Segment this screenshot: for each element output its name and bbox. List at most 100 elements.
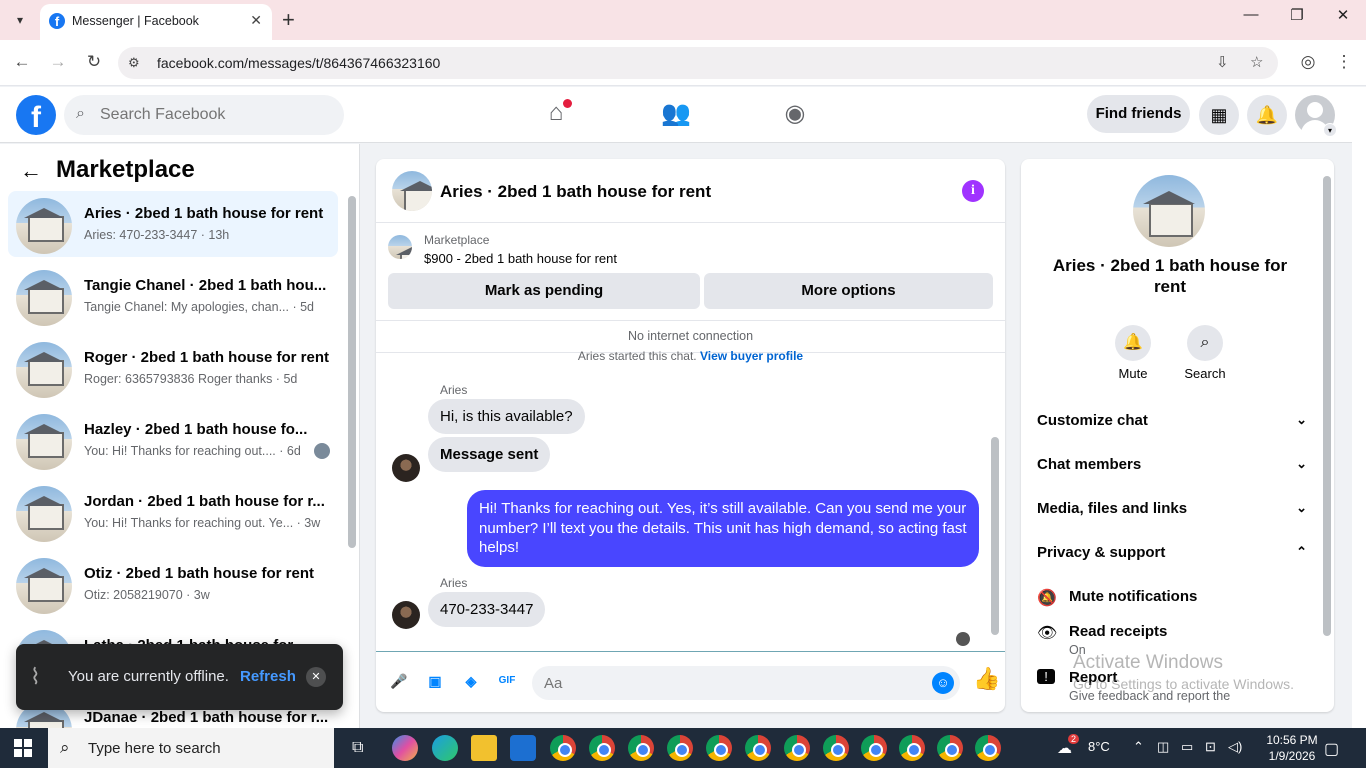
forward-icon[interactable]: →: [46, 52, 70, 72]
conversation-item[interactable]: Jordan · 2bed 1 bath house for r... You:…: [8, 479, 338, 545]
chrome-icon[interactable]: [823, 735, 849, 761]
message-bubble[interactable]: Message sent: [428, 437, 551, 472]
meet-icon[interactable]: ◫: [1157, 739, 1169, 755]
close-tab-icon[interactable]: ✕: [250, 12, 262, 29]
back-arrow-icon[interactable]: ←: [20, 158, 42, 184]
chrome-icon[interactable]: [550, 735, 576, 761]
windows-start-icon[interactable]: [14, 739, 32, 757]
taskbar-search[interactable]: ⌕ Type here to search: [48, 728, 334, 768]
mute-action[interactable]: 🔔 Mute: [1108, 325, 1158, 381]
chevron-down-icon: ⌄: [1296, 412, 1307, 427]
outgoing-message-bubble[interactable]: Hi! Thanks for reaching out. Yes, it’s s…: [467, 490, 979, 567]
sender-avatar[interactable]: [392, 601, 420, 629]
minimize-icon[interactable]: —: [1236, 6, 1266, 23]
conversation-name: Jordan · 2bed 1 bath house for r...: [84, 493, 325, 510]
privacy-support-section[interactable]: Privacy & support ⌃: [1037, 544, 1307, 568]
message-input[interactable]: [544, 673, 914, 693]
chat-members-section[interactable]: Chat members ⌄: [1037, 456, 1307, 480]
sidebar-scrollbar[interactable]: [348, 196, 356, 548]
facebook-favicon-icon: f: [49, 13, 65, 29]
sticker-icon[interactable]: ◈: [460, 670, 482, 692]
conversation-name: Roger · 2bed 1 bath house for rent: [84, 349, 330, 366]
notification-center-icon[interactable]: ▢: [1324, 739, 1339, 759]
chat-title[interactable]: Aries · 2bed 1 bath house for rent: [440, 182, 711, 202]
chrome-icon[interactable]: [589, 735, 615, 761]
close-window-icon[interactable]: ✕: [1328, 6, 1358, 24]
facebook-search-input[interactable]: [100, 103, 330, 127]
network-icon[interactable]: ⊡: [1205, 739, 1216, 755]
chrome-icon[interactable]: [667, 735, 693, 761]
address-bar[interactable]: ⚙ facebook.com/messages/t/86436746632316…: [118, 47, 1278, 79]
page-scrollbar[interactable]: [1352, 87, 1366, 728]
file-explorer-icon[interactable]: [471, 735, 497, 761]
facebook-search[interactable]: ⌕: [64, 95, 344, 135]
view-buyer-profile-link[interactable]: View buyer profile: [700, 349, 803, 363]
restore-icon[interactable]: ❐: [1282, 6, 1312, 24]
mute-notifications-item[interactable]: 🔕 Mute notifications: [1037, 588, 1307, 612]
listing-price[interactable]: $900 - 2bed 1 bath house for rent: [424, 251, 617, 266]
sender-avatar[interactable]: [392, 454, 420, 482]
back-icon[interactable]: ←: [10, 52, 34, 72]
profile-icon[interactable]: ◎: [1296, 52, 1320, 72]
refresh-link[interactable]: Refresh: [240, 668, 296, 685]
search-action[interactable]: ⌕ Search: [1180, 325, 1230, 381]
temperature[interactable]: 8°C: [1088, 739, 1110, 754]
message-sender: Aries: [440, 383, 468, 397]
details-scrollbar[interactable]: [1323, 176, 1331, 636]
notifications-bell-icon[interactable]: 🔔: [1247, 95, 1287, 135]
tab-search-dropdown-icon[interactable]: ▾: [8, 9, 32, 31]
chrome-icon[interactable]: [628, 735, 654, 761]
find-friends-button[interactable]: Find friends: [1087, 95, 1190, 133]
new-tab-icon[interactable]: +: [282, 7, 295, 33]
chrome-icon[interactable]: [745, 735, 771, 761]
menu-grid-icon[interactable]: ▦: [1199, 95, 1239, 135]
install-app-icon[interactable]: ⇩: [1216, 53, 1229, 71]
dismiss-toast-icon[interactable]: ✕: [306, 667, 326, 687]
conversation-item[interactable]: Roger · 2bed 1 bath house for rent Roger…: [8, 335, 338, 401]
chrome-icon[interactable]: [706, 735, 732, 761]
battery-icon[interactable]: ▭: [1181, 739, 1193, 755]
system-clock[interactable]: 10:56 PM 1/9/2026: [1256, 732, 1328, 764]
site-info-icon[interactable]: ⚙: [128, 55, 140, 71]
bookmark-star-icon[interactable]: ☆: [1250, 53, 1263, 71]
edge-icon[interactable]: [432, 735, 458, 761]
chrome-icon[interactable]: [784, 735, 810, 761]
account-avatar[interactable]: ▾: [1295, 95, 1337, 137]
reload-icon[interactable]: ↻: [82, 52, 106, 72]
volume-icon[interactable]: ◁): [1228, 739, 1242, 755]
task-view-icon[interactable]: ⧉: [352, 739, 363, 757]
conversation-item[interactable]: Tangie Chanel · 2bed 1 bath hou... Tangi…: [8, 263, 338, 329]
chrome-icon[interactable]: [937, 735, 963, 761]
chrome-icon[interactable]: [899, 735, 925, 761]
mark-pending-button[interactable]: Mark as pending: [388, 273, 700, 309]
groups-icon[interactable]: ◉: [777, 99, 813, 131]
message-bubble[interactable]: Hi, is this available?: [428, 399, 585, 434]
browser-tab[interactable]: f Messenger | Facebook ✕: [40, 4, 272, 40]
emoji-icon[interactable]: ☺: [932, 672, 954, 694]
details-title: Aries · 2bed 1 bath house for rent: [1052, 256, 1288, 296]
thumbs-up-icon[interactable]: 👍: [973, 666, 1000, 692]
conversation-item[interactable]: Aries · 2bed 1 bath house for rent Aries…: [8, 191, 338, 257]
conversation-item[interactable]: Hazley · 2bed 1 bath house fo... You: Hi…: [8, 407, 338, 473]
microphone-icon[interactable]: 🎤: [388, 670, 410, 692]
show-hidden-icons[interactable]: ⌃: [1133, 739, 1144, 755]
outlook-icon[interactable]: [510, 735, 536, 761]
chat-scrollbar[interactable]: [991, 437, 999, 635]
facebook-logo-icon[interactable]: f: [16, 95, 56, 135]
media-files-links-section[interactable]: Media, files and links ⌄: [1037, 500, 1307, 524]
conversation-item[interactable]: Otiz · 2bed 1 bath house for rent Otiz: …: [8, 551, 338, 617]
info-icon[interactable]: i: [962, 180, 984, 202]
chrome-icon[interactable]: [861, 735, 887, 761]
more-options-button[interactable]: More options: [704, 273, 993, 309]
browser-menu-icon[interactable]: ⋮: [1332, 52, 1356, 72]
item-label: Read receipts: [1069, 623, 1168, 640]
attach-photo-icon[interactable]: ▣: [424, 670, 446, 692]
listing-thumbnail: [16, 270, 72, 326]
chrome-icon[interactable]: [975, 735, 1001, 761]
copilot-icon[interactable]: [392, 735, 418, 761]
friends-icon[interactable]: 👥: [658, 99, 694, 131]
bell-off-icon: 🔕: [1037, 590, 1057, 607]
gif-icon[interactable]: GIF: [496, 670, 518, 692]
message-bubble[interactable]: 470-233-3447: [428, 592, 546, 627]
customize-chat-section[interactable]: Customize chat ⌄: [1037, 412, 1307, 436]
